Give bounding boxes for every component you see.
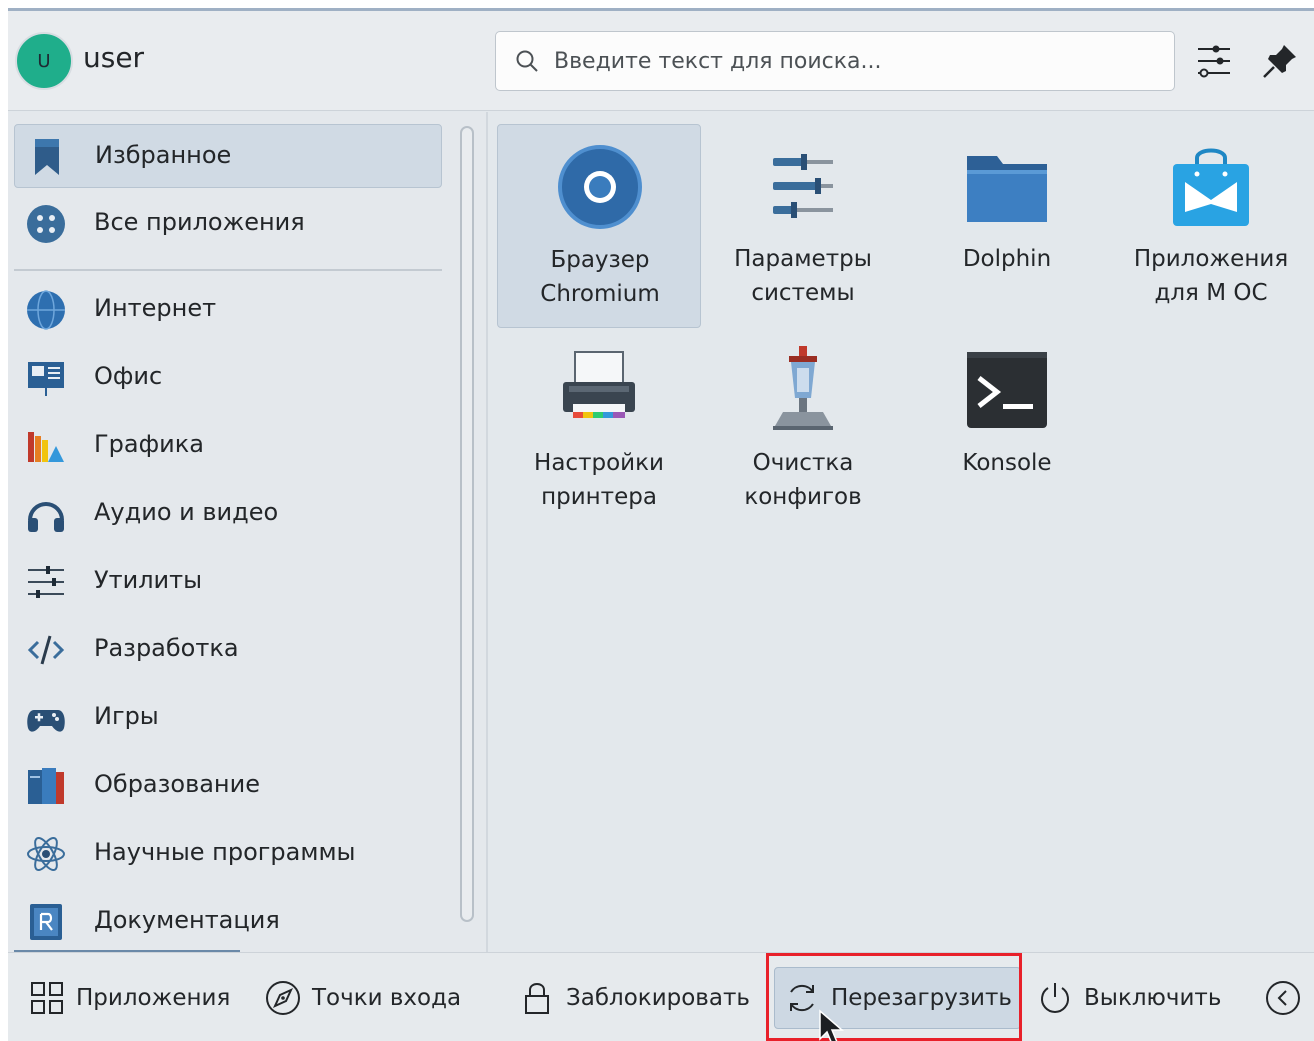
category-favorites[interactable]: Избранное (14, 124, 442, 188)
tab-applications[interactable]: Приложения (28, 967, 230, 1029)
app-label: Dolphin (962, 246, 1052, 272)
atom-icon (27, 837, 65, 871)
category-label: Аудио и видео (94, 498, 279, 526)
avatar[interactable]: U (15, 32, 73, 90)
app-store[interactable]: Приложения для М ОС (1109, 124, 1313, 328)
category-label: Избранное (95, 141, 232, 169)
app-label: Параметры системы (734, 246, 872, 306)
category-audio-video[interactable]: Аудио и видео (14, 482, 442, 546)
category-label: Утилиты (94, 566, 203, 594)
lock-icon (525, 983, 549, 1014)
category-education[interactable]: Образование (14, 754, 442, 818)
search-field[interactable] (495, 31, 1175, 91)
category-label: Офис (94, 362, 163, 390)
headphones-icon (28, 502, 64, 532)
configure-icon[interactable] (1194, 41, 1234, 81)
mouse-cursor-icon (819, 1009, 844, 1041)
tab-places[interactable]: Точки входа (264, 967, 461, 1029)
app-label: Konsole (962, 450, 1052, 476)
app-konsole[interactable]: Konsole (905, 328, 1109, 532)
category-label: Интернет (94, 294, 217, 322)
app-dolphin[interactable]: Dolphin (905, 124, 1109, 328)
app-chromium[interactable]: Браузер Chromium (497, 124, 701, 328)
category-development[interactable]: Разработка (14, 618, 442, 682)
category-label: Графика (94, 430, 204, 458)
system-settings-icon (773, 154, 833, 218)
shutdown-button[interactable]: Выключить (1036, 967, 1221, 1029)
category-label: Научные программы (94, 838, 356, 866)
graphics-icon (28, 432, 64, 462)
power-icon (1041, 983, 1069, 1013)
sliders-icon (28, 566, 64, 598)
chromium-icon (558, 145, 642, 229)
more-actions-button[interactable] (1264, 967, 1312, 1029)
pin-icon[interactable] (1260, 41, 1300, 81)
launcher-footer: Приложения Точки входа Заблокировать Пер… (8, 952, 1314, 1041)
code-icon (27, 635, 65, 665)
category-office[interactable]: Офис (14, 346, 442, 410)
app-config-cleaner[interactable]: Очистка конфигов (701, 328, 905, 532)
app-system-settings[interactable]: Параметры системы (701, 124, 905, 328)
compass-icon (266, 981, 300, 1015)
category-sidebar: Избранное Все приложения Интернет Офис Г… (8, 112, 488, 954)
search-icon (516, 50, 538, 72)
app-label: Браузер Chromium (540, 247, 660, 307)
chevron-left-circle-icon (1266, 981, 1300, 1015)
app-printer-settings[interactable]: Настройки принтера (497, 328, 701, 532)
category-games[interactable]: Игры (14, 686, 442, 750)
app-label: Очистка конфигов (744, 450, 862, 510)
app-label: Настройки принтера (534, 450, 664, 510)
category-label: Игры (94, 702, 159, 730)
gamepad-icon (27, 710, 65, 732)
lock-button[interactable]: Заблокировать (518, 967, 750, 1029)
category-label: Разработка (94, 634, 239, 662)
lock-label: Заблокировать (566, 985, 750, 1011)
presentation-icon (28, 362, 64, 396)
category-graphics[interactable]: Графика (14, 414, 442, 478)
category-documentation[interactable]: Документация (14, 890, 442, 954)
category-all-applications[interactable]: Все приложения (14, 192, 442, 256)
category-separator (14, 269, 442, 271)
username: user (83, 41, 145, 74)
application-launcher: U user Избранное Все (8, 8, 1314, 1041)
sidebar-scrollbar[interactable] (460, 126, 474, 922)
grid-apps-icon (27, 205, 65, 243)
avatar-initial: U (37, 50, 51, 72)
books-icon (28, 768, 64, 804)
tab-applications-label: Приложения (76, 985, 231, 1011)
category-label: Документация (94, 906, 280, 934)
bookmark-icon (35, 139, 59, 175)
tab-places-label: Точки входа (312, 985, 462, 1011)
app-store-icon (1173, 148, 1249, 226)
category-label: Все приложения (94, 208, 305, 236)
category-science[interactable]: Научные программы (14, 822, 442, 886)
app-label: Приложения для М ОС (1133, 246, 1289, 306)
category-label: Образование (94, 770, 260, 798)
cleaner-icon (773, 346, 833, 430)
search-input[interactable] (554, 44, 1154, 78)
category-internet[interactable]: Интернет (14, 278, 442, 342)
globe-icon (27, 290, 65, 330)
category-utilities[interactable]: Утилиты (14, 550, 442, 614)
launcher-header: U user (8, 11, 1314, 111)
favorites-grid: Браузер Chromium Параметры системы Dolph… (488, 112, 1314, 952)
shutdown-label: Выключить (1084, 985, 1222, 1011)
reboot-highlight-frame (766, 953, 1022, 1041)
documentation-icon (30, 904, 62, 940)
printer-icon (563, 351, 635, 418)
terminal-icon (967, 352, 1047, 428)
folder-icon (967, 156, 1047, 222)
applications-grid-icon (31, 982, 63, 1014)
